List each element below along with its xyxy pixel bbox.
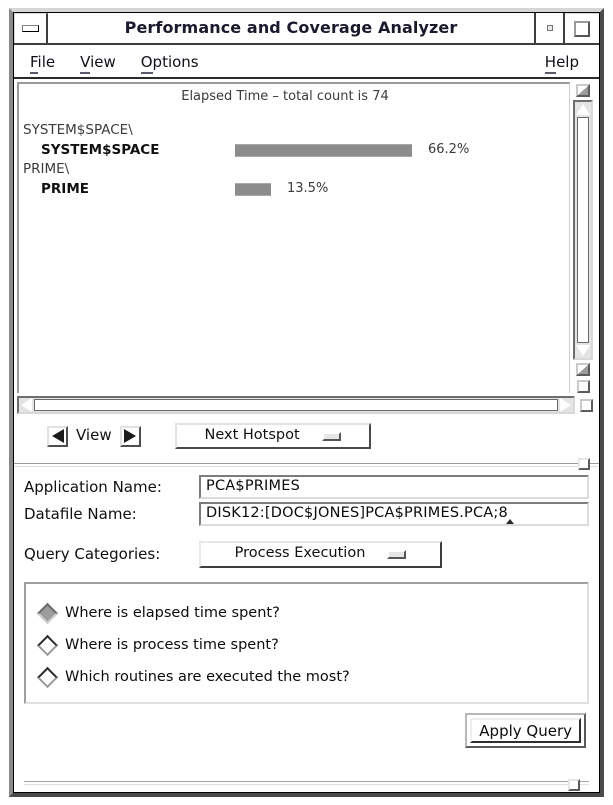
- arrow-right-icon: [124, 429, 137, 443]
- application-window: Performance and Coverage Analyzer File V…: [0, 0, 613, 805]
- window-inner: Performance and Coverage Analyzer File V…: [13, 12, 600, 793]
- bar-row[interactable]: PRIME 13.5%: [23, 178, 569, 200]
- query-categories-row: Query Categories: Process Execution: [24, 536, 589, 572]
- query-option-label: Where is elapsed time spent?: [65, 604, 280, 621]
- radio-unselected-icon: [36, 666, 59, 688]
- window-menu-icon: [22, 25, 39, 32]
- arrow-left-icon[interactable]: [20, 398, 33, 412]
- arrow-right-icon[interactable]: [559, 398, 572, 412]
- chart-bars: SYSTEM$SPACE\ SYSTEM$SPACE 66.2% PRIME\ …: [19, 122, 569, 200]
- chart-row: Elapsed Time – total count is 74 SYSTEM$…: [17, 82, 596, 393]
- menu-rest-help: elp: [556, 52, 579, 71]
- vertical-scrollbar[interactable]: [570, 82, 596, 393]
- view-previous-button[interactable]: [47, 425, 68, 447]
- menu-rest-file: ile: [37, 52, 56, 71]
- bar-value-label: 66.2%: [428, 142, 470, 157]
- menu-item-file[interactable]: File: [28, 51, 57, 74]
- bar-row[interactable]: SYSTEM$SPACE 66.2%: [23, 139, 569, 161]
- datafile-name-value: DISK12:[DOC$JONES]PCA$PRIMES.PCA;8: [206, 505, 508, 521]
- option-menu-indicator-icon: [387, 549, 407, 559]
- action-row: Apply Query: [24, 704, 589, 792]
- window-title: Performance and Coverage Analyzer: [124, 18, 458, 37]
- bar-rect: [235, 144, 412, 157]
- minimize-button[interactable]: [534, 13, 565, 43]
- radio-unselected-icon: [36, 634, 59, 656]
- bar-value-label: 13.5%: [287, 181, 329, 196]
- application-name-value: PCA$PRIMES: [206, 478, 300, 494]
- title-bar: Performance and Coverage Analyzer: [14, 13, 599, 45]
- pane-separator-bottom: [24, 781, 589, 785]
- horizontal-scrollbar[interactable]: [17, 396, 575, 414]
- arrow-up-icon[interactable]: [576, 103, 590, 116]
- menu-mnemonic-options: O: [140, 52, 153, 74]
- query-option-label: Which routines are executed the most?: [65, 668, 350, 685]
- vertical-scroll-trough[interactable]: [573, 100, 593, 360]
- radio-selected-icon: [36, 602, 59, 624]
- scroll-bottom-cap-icon: [576, 363, 590, 376]
- minimize-icon: [546, 25, 553, 31]
- query-option-routines-executed[interactable]: Which routines are executed the most?: [36, 661, 587, 693]
- arrow-left-icon: [51, 429, 64, 443]
- bar-rect: [235, 183, 271, 196]
- query-categories-option-menu[interactable]: Process Execution: [199, 540, 442, 568]
- menu-mnemonic-help: H: [544, 52, 557, 74]
- bar-group-label: SYSTEM$SPACE\: [23, 122, 133, 138]
- datafile-name-row: Datafile Name: DISK12:[DOC$JONES]PCA$PRI…: [24, 500, 589, 527]
- pane-sash-handle-bottom[interactable]: [568, 779, 580, 791]
- bar-label: SYSTEM$SPACE: [41, 142, 160, 158]
- maximize-icon: [574, 20, 590, 37]
- menu-item-options[interactable]: Options: [139, 51, 201, 74]
- scroll-corner-box: [580, 398, 593, 412]
- query-categories-value: Process Execution: [234, 545, 366, 561]
- query-option-label: Where is process time spent?: [65, 636, 279, 653]
- view-controls: View Next Hotspot: [17, 415, 596, 457]
- application-name-field[interactable]: PCA$PRIMES: [199, 474, 589, 499]
- pane-separator: [14, 463, 599, 467]
- arrow-down-icon[interactable]: [576, 344, 590, 357]
- apply-query-button[interactable]: Apply Query: [470, 718, 581, 743]
- window-frame: Performance and Coverage Analyzer File V…: [9, 8, 604, 797]
- menu-rest-options: ptions: [152, 52, 199, 71]
- default-button-ring: Apply Query: [465, 713, 586, 748]
- query-option-elapsed-time[interactable]: Where is elapsed time spent?: [36, 597, 587, 629]
- view-next-button[interactable]: [119, 425, 141, 447]
- next-hotspot-option-menu[interactable]: Next Hotspot: [174, 423, 371, 449]
- horizontal-scroll-thumb[interactable]: [34, 399, 558, 411]
- pane-sash-top: [14, 457, 599, 473]
- next-hotspot-label: Next Hotspot: [204, 427, 300, 443]
- chart-title: Elapsed Time – total count is 74: [181, 89, 389, 104]
- vertical-scroll-thumb[interactable]: [577, 117, 589, 343]
- menu-mnemonic-file: F: [30, 52, 38, 74]
- query-categories-label: Query Categories:: [24, 545, 161, 563]
- application-name-label: Application Name:: [24, 477, 162, 496]
- application-name-row: Application Name: PCA$PRIMES: [24, 473, 589, 500]
- menu-mnemonic-view: V: [80, 52, 91, 74]
- chart-canvas[interactable]: Elapsed Time – total count is 74 SYSTEM$…: [17, 82, 570, 393]
- menu-item-view[interactable]: View: [78, 51, 118, 74]
- bar-label: PRIME: [41, 181, 89, 197]
- bar-group-label: PRIME\: [23, 161, 70, 177]
- menu-bar: File View Options Help: [14, 45, 599, 79]
- text-caret-icon: [506, 518, 514, 524]
- menu-item-help[interactable]: Help: [543, 51, 581, 74]
- scroll-top-cap-icon: [576, 84, 590, 97]
- menu-rest-view: iew: [90, 52, 116, 71]
- option-menu-indicator-icon: [321, 431, 341, 441]
- query-pane: Application Name: PCA$PRIMES Datafile Na…: [14, 473, 599, 792]
- maximize-button[interactable]: [565, 13, 599, 43]
- query-options-group: Where is elapsed time spent? Where is pr…: [24, 582, 589, 704]
- scroll-corner-box: [576, 380, 590, 393]
- datafile-name-field[interactable]: DISK12:[DOC$JONES]PCA$PRIMES.PCA;8: [199, 501, 589, 526]
- horizontal-scrollbar-row: [17, 393, 596, 415]
- chart-pane: Elapsed Time – total count is 74 SYSTEM$…: [14, 79, 599, 457]
- view-label: View: [76, 426, 112, 444]
- pane-sash-handle[interactable]: [578, 458, 590, 470]
- query-option-process-time[interactable]: Where is process time spent?: [36, 629, 587, 661]
- window-menu-button[interactable]: [14, 13, 48, 43]
- datafile-name-label: Datafile Name:: [24, 504, 137, 523]
